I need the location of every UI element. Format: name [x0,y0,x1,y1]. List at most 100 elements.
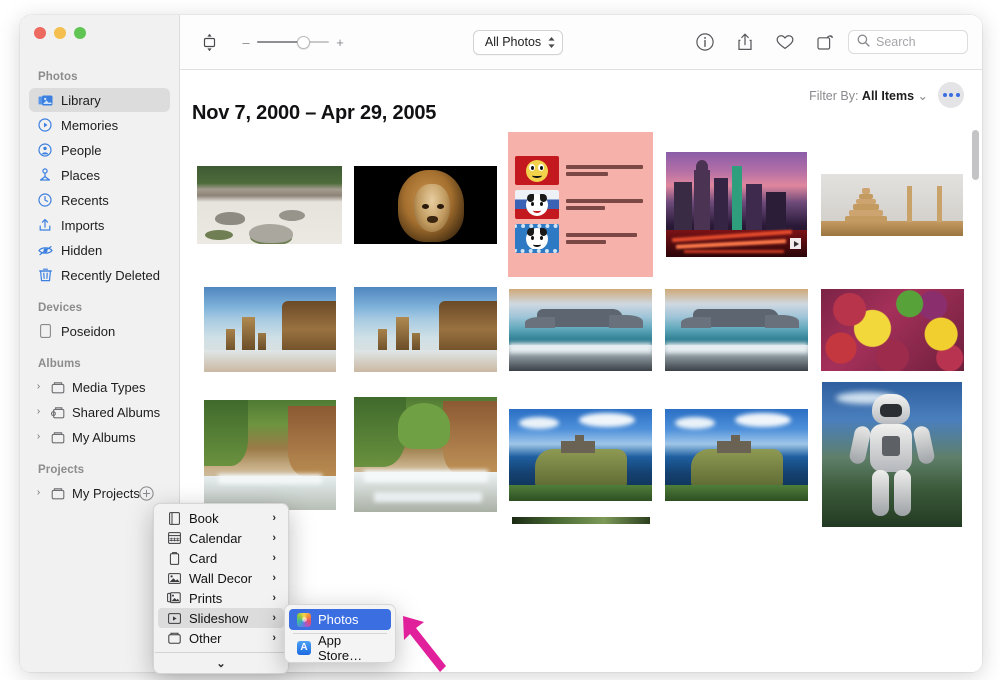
add-project-button[interactable] [139,485,154,501]
chevron-right-icon: › [272,632,276,644]
photo-table-mountain-b[interactable] [665,288,809,371]
sidebar-item-label: Memories [61,117,119,133]
context-menu-item-label: Other [189,630,222,646]
more-options-button[interactable] [938,82,964,108]
info-icon[interactable] [692,30,718,54]
sidebar-item-recents[interactable]: Recents [29,188,170,212]
sidebar-item-poseidon[interactable]: Poseidon [29,319,170,343]
jp-card-text [566,233,646,244]
photo-row [192,132,970,277]
sidebar-toggle-icon[interactable] [196,30,222,54]
photo-japanese-cat-card[interactable] [508,132,654,277]
search-input[interactable]: Search [848,30,968,54]
sidebar-item-imports[interactable]: Imports [29,213,170,237]
photo-grid [180,132,982,672]
sidebar-item-label: Places [61,167,101,183]
zoom-button[interactable] [74,27,86,39]
imports-icon [37,217,53,233]
photo-cell [659,288,815,371]
minimize-button[interactable] [54,27,66,39]
slideshow-icon [167,611,181,625]
photo-wet-autumn-leaves[interactable] [820,288,964,371]
rotate-icon[interactable] [812,30,838,54]
scroll-down-chevron-icon[interactable]: ⌄ [154,656,288,671]
photo-lion-on-black[interactable] [353,165,497,244]
kuroneko-film-card [515,224,560,253]
sidebar-item-my-projects[interactable]: › My Projects [29,481,170,505]
dot-icon [949,93,953,97]
photo-partial-next-row[interactable] [511,517,650,524]
chevron-right-icon[interactable]: › [33,382,44,392]
photo-twelve-apostles-b[interactable] [353,287,497,372]
context-menu-item-label: Prints [189,590,223,606]
submenu-item-app-store[interactable]: A App Store… [289,633,391,663]
photo-dunnottar-castle-a[interactable] [509,408,653,501]
context-menu-item-label: Slideshow [189,610,249,626]
zoom-out-label[interactable]: – [242,35,250,50]
chevron-right-icon[interactable]: › [33,407,44,417]
zoom-in-label[interactable]: + [336,35,344,50]
jp-text-line [566,199,644,204]
context-menu-item-label: Calendar [189,530,242,546]
sidebar-item-label: My Projects [72,485,140,501]
other-icon [167,631,181,645]
sidebar-item-label: Imports [61,217,105,233]
book-icon [167,511,181,525]
cat-face [526,159,549,182]
share-icon[interactable] [732,30,758,54]
sidebar-item-media-types[interactable]: › Media Types [29,375,170,399]
sidebar-item-label: My Albums [72,429,136,445]
jp-card-row [515,156,646,185]
slider-knob[interactable] [297,35,311,49]
photo-humanoid-robot[interactable] [822,382,963,527]
context-menu-item-prints[interactable]: Prints › [158,588,284,608]
recents-icon [37,192,53,208]
sidebar-item-people[interactable]: People [29,138,170,162]
photo-waterfall-canyon-a[interactable] [203,399,336,510]
app-store-icon: A [297,640,311,655]
chevron-right-icon[interactable]: › [33,432,44,442]
photo-twelve-apostles-a[interactable] [203,287,336,372]
sidebar-item-hidden[interactable]: Hidden [29,238,170,262]
chevron-right-icon[interactable]: › [33,488,44,498]
sidebar-item-memories[interactable]: Memories [29,113,170,137]
library-icon [37,92,53,108]
slideshow-submenu: Photos A App Store… [284,604,396,663]
chevron-up-down-icon [547,36,556,49]
card-icon [167,551,181,565]
view-popup-button[interactable]: All Photos [472,29,564,55]
vertical-scrollbar[interactable] [972,130,979,180]
context-menu-item-calendar[interactable]: Calendar › [158,528,284,548]
heart-icon[interactable] [772,30,798,54]
sidebar-item-shared-albums[interactable]: › Shared Albums [29,400,170,424]
search-placeholder: Search [876,35,916,49]
photo-cell [192,165,348,244]
filter-by-control[interactable]: Filter By: All Items ⌄ [809,88,928,103]
sidebar-item-my-albums[interactable]: › My Albums [29,425,170,449]
zoom-slider[interactable] [257,35,329,49]
photo-wooden-tower-of-hanoi[interactable] [821,173,964,236]
chevron-down-icon[interactable]: ⌄ [918,89,928,103]
close-button[interactable] [34,27,46,39]
context-menu-item-slideshow[interactable]: Slideshow › [158,608,284,628]
photo-row [192,267,970,392]
jp-text-line [566,205,605,210]
sidebar-item-places[interactable]: Places [29,163,170,187]
context-menu-item-other[interactable]: Other › [158,628,284,648]
sidebar-item-recently-deleted[interactable]: Recently Deleted [29,263,170,287]
photo-waterfall-canyon-b[interactable] [353,397,497,512]
photo-row [192,382,970,527]
photo-city-at-dusk-video[interactable] [666,152,808,257]
context-menu-item-card[interactable]: Card › [158,548,284,568]
calendar-icon [167,531,181,545]
sidebar-item-library[interactable]: Library [29,88,170,112]
context-menu-item-wall-decor[interactable]: Wall Decor › [158,568,284,588]
photo-table-mountain-a[interactable] [509,288,653,371]
filter-by-value: All Items [861,88,915,103]
filter-bar: Filter By: All Items ⌄ [809,82,964,108]
submenu-item-photos[interactable]: Photos [289,609,391,630]
context-menu-item-book[interactable]: Book › [158,508,284,528]
photo-zen-garden[interactable] [197,165,343,244]
photo-dunnottar-castle-b[interactable] [665,408,809,501]
dot-icon [955,93,960,97]
